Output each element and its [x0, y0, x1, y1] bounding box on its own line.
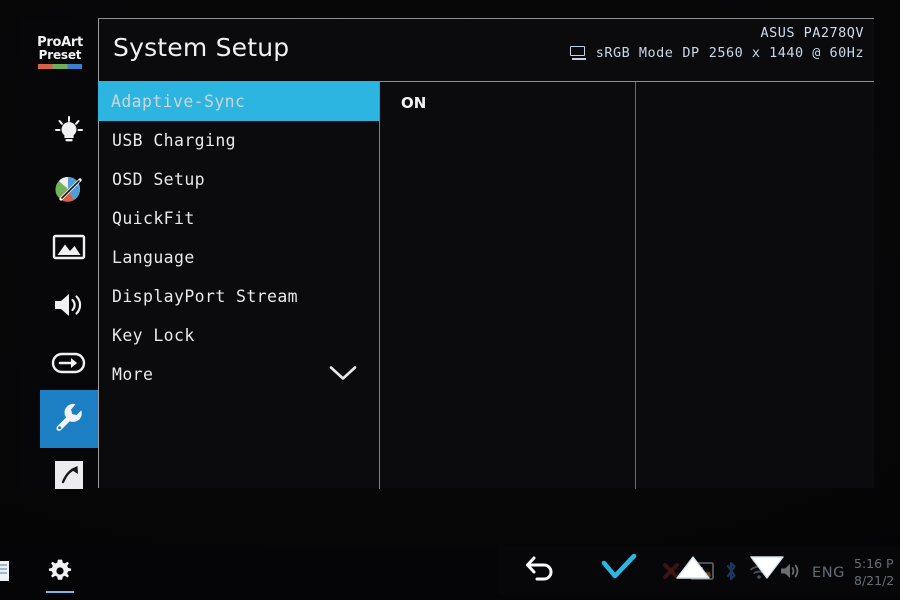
monitor-screen: ProArt Preset System Setup ASUS PA278QV …	[0, 0, 900, 600]
input-source: DP	[682, 45, 700, 61]
checkmark-icon	[599, 552, 639, 586]
color-icon	[52, 172, 86, 210]
osd-button-bar	[498, 546, 900, 594]
osd-menu-list: Adaptive-Sync USB Charging OSD Setup Qui…	[98, 82, 380, 489]
taskbar-settings-app[interactable]	[40, 552, 80, 594]
menu-item-osd-setup[interactable]: OSD Setup	[99, 160, 379, 199]
osd-confirm-button[interactable]	[596, 550, 642, 588]
input-select-icon	[51, 350, 87, 380]
preset-mode: sRGB Mode	[595, 45, 674, 61]
menu-item-displayport-stream[interactable]: DisplayPort Stream	[99, 277, 379, 316]
osd-panel: System Setup ASUS PA278QV sRGB Mode DP 2…	[98, 18, 874, 489]
rail-item-input-select[interactable]	[40, 336, 98, 394]
menu-item-label: More	[112, 365, 154, 384]
menu-item-label: Language	[112, 248, 195, 267]
menu-item-label: USB Charging	[112, 131, 237, 150]
rail-item-sound[interactable]	[40, 278, 98, 336]
rail-item-image[interactable]	[40, 220, 98, 278]
triangle-down-icon	[748, 553, 786, 585]
rail-item-shortcut[interactable]	[40, 448, 98, 506]
menu-item-language[interactable]: Language	[99, 238, 379, 277]
brightness-icon	[52, 114, 86, 152]
page-title: System Setup	[113, 33, 290, 62]
osd-body: Adaptive-Sync USB Charging OSD Setup Qui…	[98, 82, 874, 489]
menu-item-usb-charging[interactable]: USB Charging	[99, 121, 379, 160]
settings-gear-icon	[47, 558, 73, 588]
adaptive-sync-value: ON	[401, 94, 427, 112]
monitor-model: ASUS PA278QV	[760, 25, 864, 41]
active-app-indicator	[46, 590, 74, 593]
proart-logo-line2: Preset	[38, 48, 82, 63]
osd-header: System Setup ASUS PA278QV sRGB Mode DP 2…	[99, 19, 874, 82]
proart-preset-logo: ProArt Preset	[22, 35, 98, 70]
shortcut-icon	[54, 460, 84, 494]
osd-icon-rail: ProArt Preset	[22, 18, 98, 489]
menu-item-label: Adaptive-Sync	[111, 92, 246, 111]
osd-up-button[interactable]	[670, 550, 716, 588]
menu-item-adaptive-sync[interactable]: Adaptive-Sync	[98, 82, 379, 121]
windows-taskbar: ENG 5:16 P 8/21/2	[0, 546, 900, 600]
window-app-icon	[0, 560, 10, 586]
menu-item-key-lock[interactable]: Key Lock	[99, 316, 379, 355]
menu-item-label: Key Lock	[112, 326, 195, 345]
menu-item-label: QuickFit	[112, 209, 195, 228]
back-arrow-icon	[524, 552, 558, 586]
menu-item-quickfit[interactable]: QuickFit	[99, 199, 379, 238]
taskbar-app-area	[0, 552, 80, 594]
sound-icon	[52, 290, 86, 324]
osd-back-button[interactable]	[518, 550, 564, 588]
menu-item-more[interactable]: More	[99, 355, 379, 394]
menu-item-label: OSD Setup	[112, 170, 206, 189]
osd-menu: ProArt Preset System Setup ASUS PA278QV …	[22, 18, 874, 489]
monitor-icon	[569, 46, 587, 60]
image-icon	[52, 233, 86, 265]
rail-item-splendid[interactable]	[40, 104, 98, 162]
osd-status-info: ASUS PA278QV sRGB Mode DP 2560 x 1440 @ …	[569, 25, 864, 61]
menu-item-label: DisplayPort Stream	[112, 287, 299, 306]
rail-item-color[interactable]	[40, 162, 98, 220]
proart-logo-line1: ProArt	[37, 35, 83, 50]
taskbar-window-app[interactable]	[0, 552, 18, 594]
resolution-refresh: 2560 x 1440 @ 60Hz	[708, 45, 864, 61]
proart-colorbar	[38, 64, 82, 70]
chevron-down-icon	[329, 364, 357, 385]
osd-value-column: ON	[380, 82, 636, 489]
triangle-up-icon	[674, 553, 712, 585]
wrench-icon	[53, 401, 85, 437]
rail-item-system-setup[interactable]	[40, 390, 98, 448]
osd-down-button[interactable]	[744, 550, 790, 588]
